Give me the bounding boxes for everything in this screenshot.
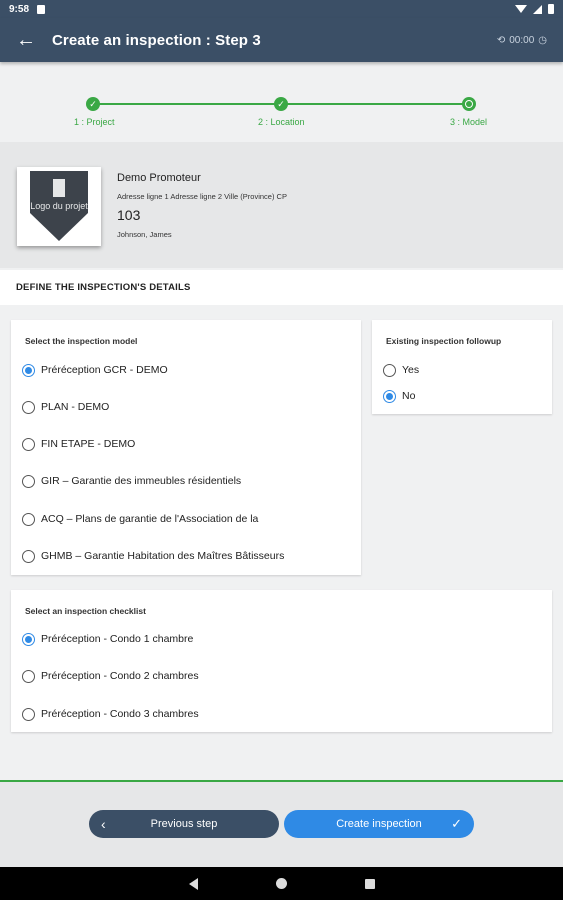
- timer-value: 00:00: [509, 34, 535, 46]
- model-option-label: PLAN - DEMO: [41, 401, 110, 413]
- logo-placeholder-text: Logo du projet: [30, 201, 88, 211]
- checklist-option[interactable]: Préréception - Condo 1 chambre: [22, 630, 193, 648]
- project-logo: Logo du projet: [17, 167, 101, 246]
- radio-icon: [22, 400, 35, 414]
- model-option[interactable]: Préréception GCR - DEMO: [22, 361, 168, 379]
- model-option[interactable]: FIN ETAPE - DEMO: [22, 435, 135, 453]
- status-bar: 9:58: [0, 0, 563, 18]
- followup-option-no[interactable]: No: [383, 387, 415, 405]
- chevron-left-icon: ‹: [101, 816, 106, 832]
- radio-selected-icon: [22, 632, 35, 646]
- radio-icon: [383, 363, 396, 377]
- app-bar: ← Create an inspection : Step 3 ⟲ 00:00 …: [0, 18, 563, 62]
- status-time: 9:58: [9, 3, 30, 15]
- inspection-timer: ⟲ 00:00 ◷: [497, 35, 547, 46]
- checklist-option-label: Préréception - Condo 3 chambres: [41, 708, 199, 720]
- sync-icon: ⟲: [496, 34, 506, 46]
- checklist-option[interactable]: Préréception - Condo 2 chambres: [22, 667, 199, 685]
- back-button[interactable]: ←: [0, 18, 52, 62]
- step-connector: [93, 103, 281, 105]
- radio-selected-icon: [383, 389, 396, 403]
- step-3-label: 3 : Model: [450, 117, 488, 127]
- clock-icon: ◷: [538, 34, 547, 46]
- step-1-complete-icon: ✓: [86, 97, 100, 111]
- step-2-complete-icon: ✓: [274, 97, 288, 111]
- step-3-current-icon: [462, 97, 476, 111]
- create-inspection-button[interactable]: Create inspection ✓: [284, 810, 474, 838]
- section-title: DEFINE THE INSPECTION'S DETAILS: [0, 270, 563, 305]
- radio-icon: [22, 437, 35, 451]
- battery-icon: [548, 4, 554, 14]
- radio-icon: [22, 707, 35, 721]
- radio-icon: [22, 474, 35, 488]
- model-option-label: FIN ETAPE - DEMO: [41, 438, 136, 450]
- signal-icon: [533, 4, 542, 14]
- followup-option-label: No: [402, 390, 416, 402]
- nav-recents-icon[interactable]: [364, 878, 375, 889]
- model-option-label: ACQ – Plans de garantie de l'Association…: [41, 513, 259, 525]
- model-option-label: GHMB – Garantie Habitation des Maîtres B…: [41, 550, 285, 562]
- check-icon: ✓: [451, 816, 462, 831]
- radio-icon: [22, 549, 35, 563]
- previous-step-button[interactable]: ‹ Previous step: [89, 810, 279, 838]
- followup-card-title: Existing inspection followup: [386, 336, 502, 346]
- checklist-card-title: Select an inspection checklist: [25, 606, 146, 616]
- model-option-label: Préréception GCR - DEMO: [41, 364, 168, 376]
- checklist-option-label: Préréception - Condo 1 chambre: [41, 633, 194, 645]
- inspection-checklist-card: Select an inspection checklist Prérécept…: [11, 590, 552, 732]
- followup-option-label: Yes: [402, 364, 420, 376]
- create-inspection-label: Create inspection: [336, 818, 422, 830]
- page-title: Create an inspection : Step 3: [52, 31, 261, 49]
- nav-home-icon[interactable]: [275, 878, 287, 889]
- step-2-label: 2 : Location: [258, 117, 305, 127]
- radio-icon: [22, 669, 35, 683]
- notification-icon: [37, 4, 46, 14]
- model-option[interactable]: ACQ – Plans de garantie de l'Association…: [22, 510, 258, 528]
- model-option[interactable]: GHMB – Garantie Habitation des Maîtres B…: [22, 547, 284, 565]
- progress-stepper: ✓ ✓ 1 : Project 2 : Location 3 : Model: [0, 75, 563, 142]
- footer-actions: ‹ Previous step Create inspection ✓: [0, 782, 563, 867]
- project-owner: Johnson, James: [117, 230, 172, 239]
- radio-icon: [22, 512, 35, 526]
- wifi-icon: [515, 5, 527, 13]
- model-card-title: Select the inspection model: [25, 336, 138, 346]
- project-summary: Logo du projet Demo Promoteur Adresse li…: [0, 142, 563, 268]
- previous-step-label: Previous step: [150, 818, 218, 830]
- arrow-left-icon: ←: [16, 28, 36, 51]
- system-nav-bar: [0, 867, 563, 900]
- project-number: 103: [117, 207, 141, 223]
- step-1-label: 1 : Project: [74, 117, 115, 127]
- project-name: Demo Promoteur: [117, 172, 201, 184]
- followup-option-yes[interactable]: Yes: [383, 361, 419, 379]
- project-address: Adresse ligne 1 Adresse ligne 2 Ville (P…: [117, 192, 287, 201]
- step-connector: [281, 103, 469, 105]
- radio-selected-icon: [22, 363, 35, 377]
- building-icon: [53, 179, 65, 197]
- inspection-model-card: Select the inspection model Préréception…: [11, 320, 361, 575]
- model-option-label: GIR – Garantie des immeubles résidentiel…: [41, 475, 242, 487]
- nav-back-icon[interactable]: [188, 877, 198, 890]
- model-option[interactable]: PLAN - DEMO: [22, 398, 109, 416]
- checklist-option[interactable]: Préréception - Condo 3 chambres: [22, 705, 199, 723]
- checklist-option-label: Préréception - Condo 2 chambres: [41, 670, 199, 682]
- model-option[interactable]: GIR – Garantie des immeubles résidentiel…: [22, 472, 241, 490]
- followup-card: Existing inspection followup Yes No: [372, 320, 552, 414]
